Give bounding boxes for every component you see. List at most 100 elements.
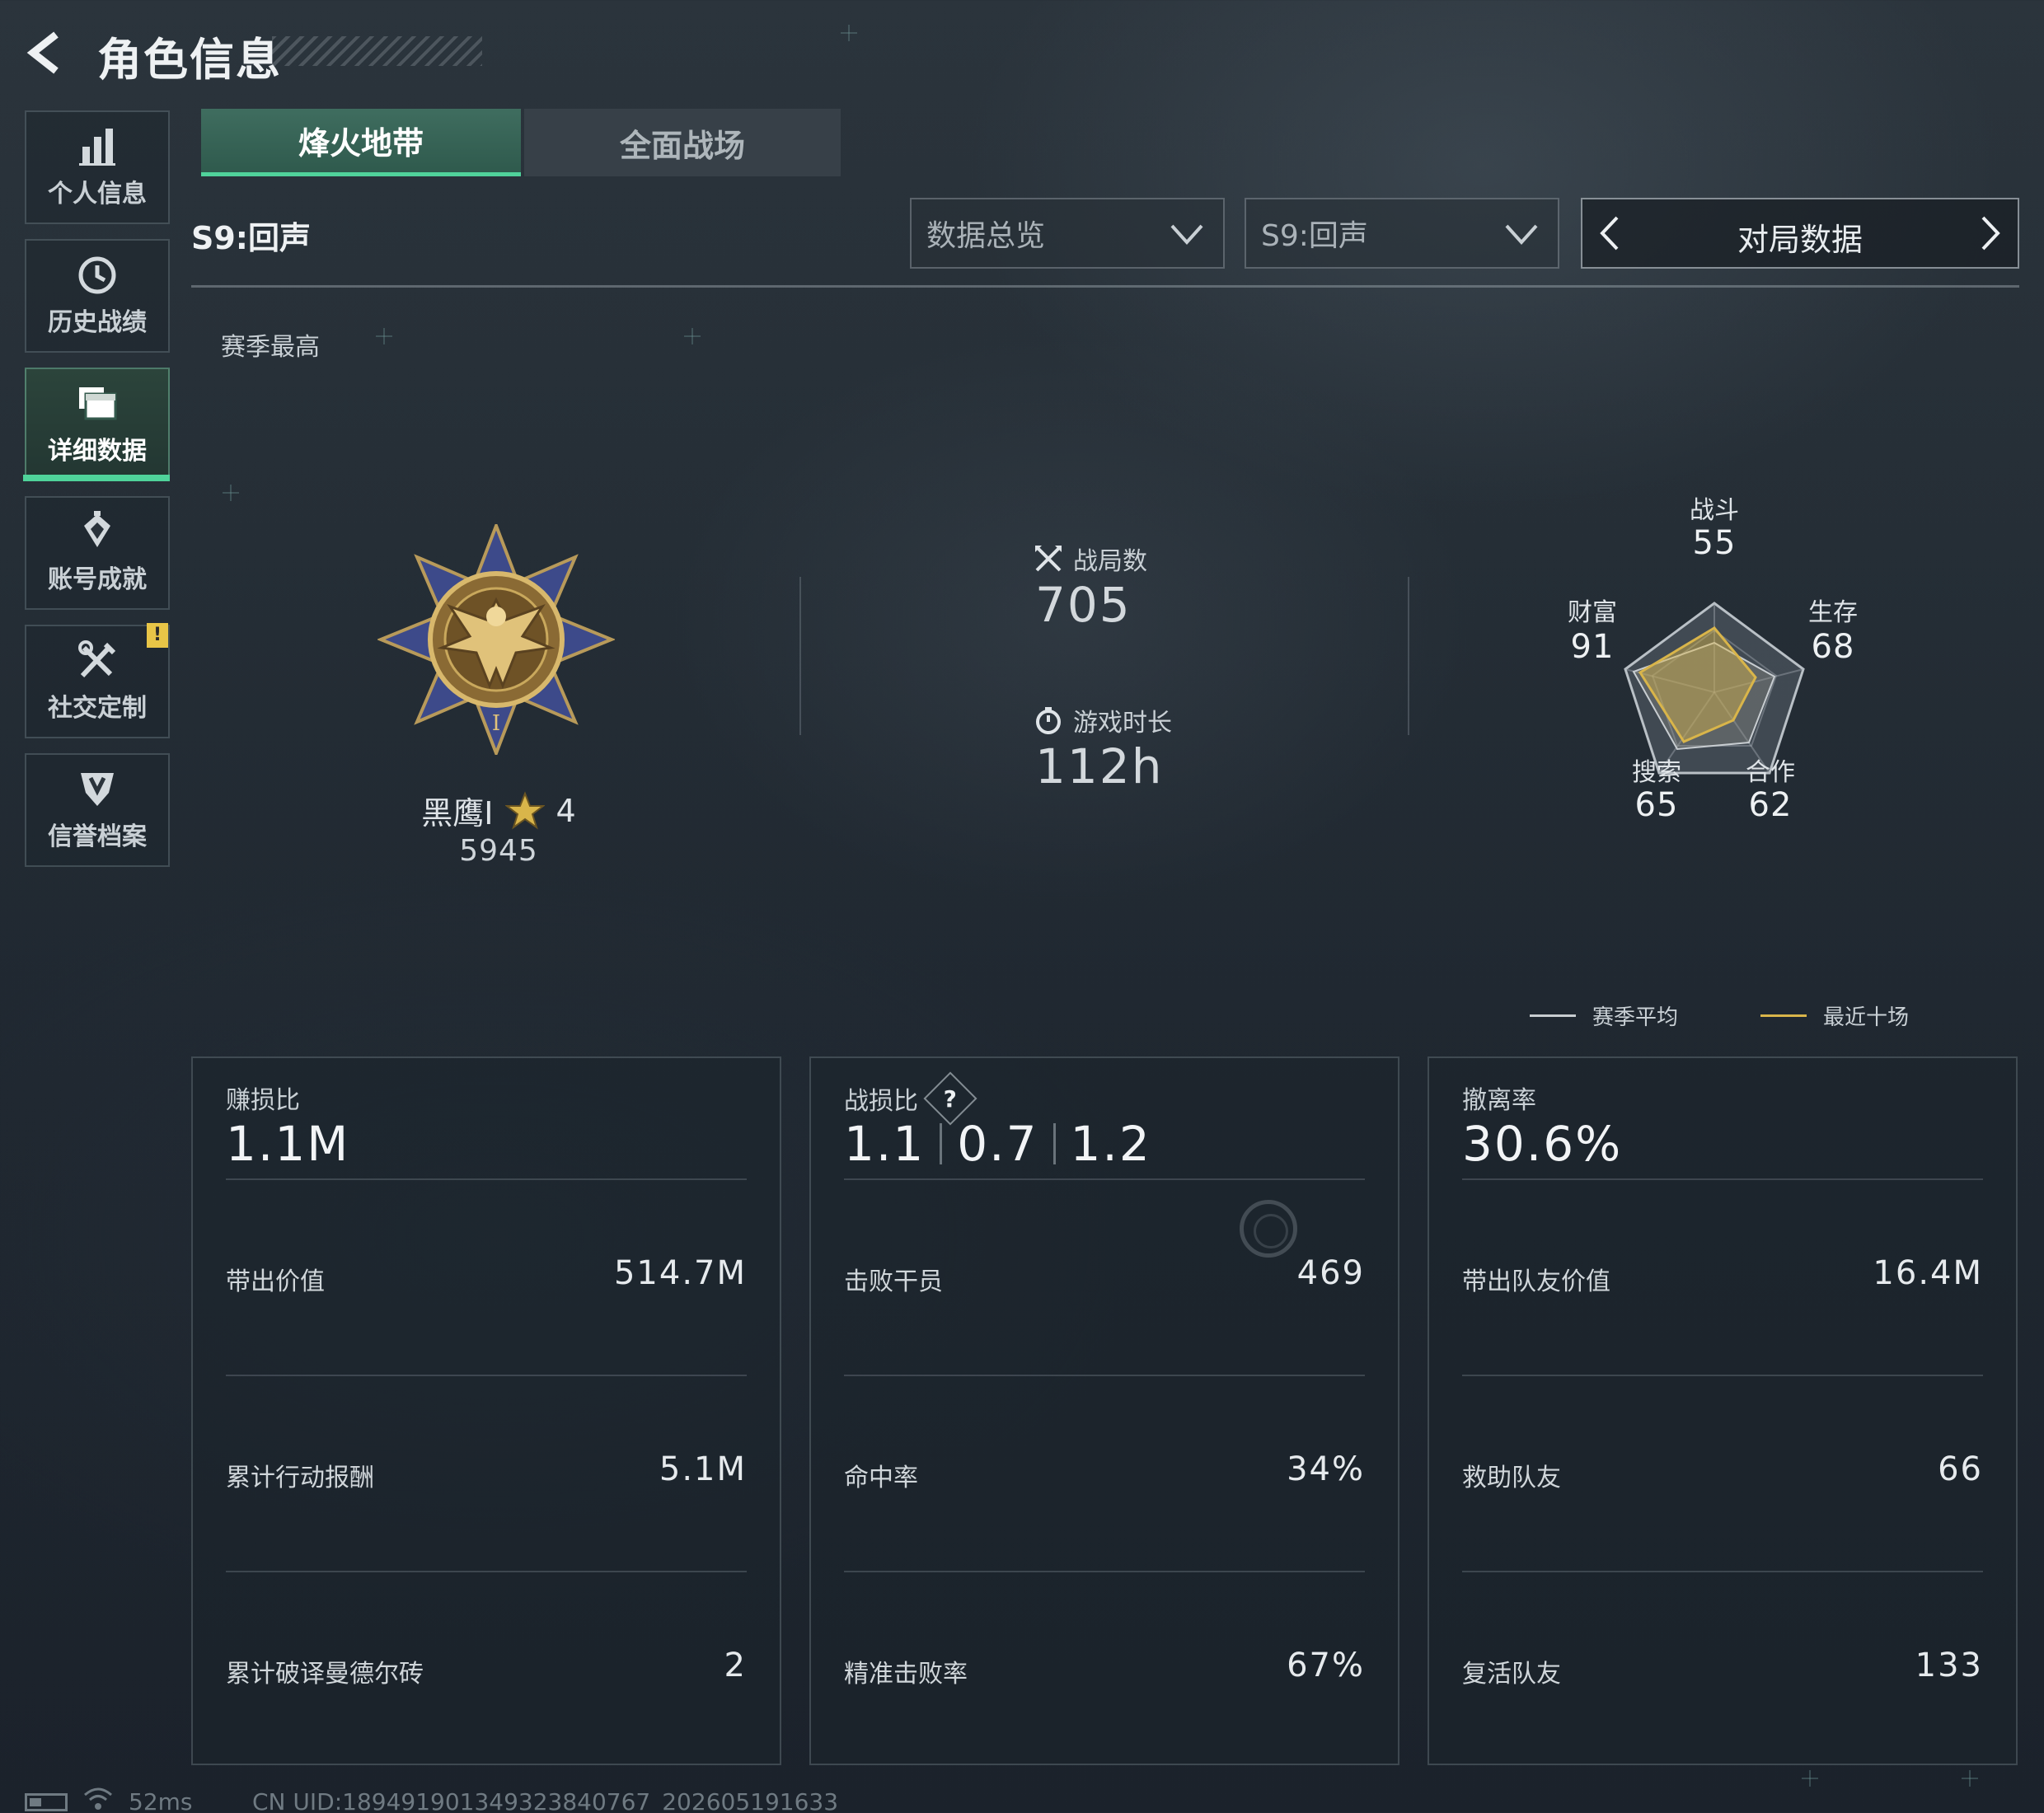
sidebar-item-label: 个人信息	[48, 180, 147, 208]
sidebar-item-label: 账号成就	[48, 565, 147, 594]
question-mark-icon: ?	[943, 1085, 958, 1113]
legend-label: 最近十场	[1823, 1005, 1910, 1030]
crosshair-decoration	[841, 25, 857, 41]
rank-score: 5945	[459, 834, 538, 868]
panel-head-label-text: 战损比	[844, 1087, 918, 1116]
radar-axis-value: 55	[1692, 524, 1737, 562]
divider	[844, 1571, 1365, 1572]
row-label: 复活队友	[1462, 1660, 1561, 1689]
divider	[1462, 1375, 1983, 1376]
row-label: 累计行动报酬	[226, 1464, 374, 1492]
row-value: 469	[1296, 1254, 1365, 1292]
row-value: 2	[724, 1647, 747, 1684]
radar-axis-label: 搜索	[1632, 758, 1681, 787]
row-label: 精准击败率	[844, 1660, 968, 1689]
sidebar-item-label: 历史战绩	[48, 308, 147, 337]
chevron-down-icon	[1170, 224, 1203, 245]
rank-medal-icon: I	[377, 524, 615, 755]
sidebar-item-achievements[interactable]: 账号成就	[25, 496, 170, 610]
radar-axis-value: 68	[1811, 628, 1855, 666]
sidebar-item-profile[interactable]: 个人信息	[25, 110, 170, 224]
radar-axis-label: 财富	[1568, 598, 1617, 627]
achievement-icon	[84, 511, 110, 547]
row-value: 34%	[1287, 1450, 1365, 1488]
divider	[1408, 577, 1409, 735]
sidebar-item-detailed-data[interactable]: 详细数据	[25, 368, 170, 481]
bar-chart-icon	[79, 129, 115, 166]
dropdown-value: 数据总览	[926, 219, 1046, 253]
legend-label: 赛季平均	[1592, 1005, 1679, 1030]
rank-name: 黑鹰I	[421, 795, 494, 832]
history-clock-icon	[78, 256, 116, 294]
chevron-right-icon[interactable]	[1973, 213, 2006, 254]
kd-value: 1.2	[1070, 1116, 1151, 1172]
back-arrow-icon	[26, 31, 59, 74]
divider	[799, 577, 801, 735]
panel-head-values: 1.1 0.7 1.2	[844, 1116, 1151, 1172]
divider	[940, 1123, 943, 1164]
matches-value: 705	[1035, 577, 1132, 633]
row-value: 133	[1915, 1647, 1983, 1684]
season-best-label: 赛季最高	[221, 333, 320, 362]
legend-swatch	[1760, 1014, 1807, 1017]
panel-head-label: 赚损比	[226, 1086, 300, 1115]
legend-swatch	[1530, 1014, 1576, 1017]
sidebar-active-indicator	[23, 475, 170, 481]
folders-icon	[79, 387, 117, 420]
divider	[1462, 1178, 1983, 1180]
season-dropdown[interactable]: S9:回声	[1245, 198, 1559, 269]
uid-text: CN UID:18949190134932384076​7_2026051916…	[252, 1788, 839, 1813]
target-ring-decoration	[1240, 1200, 1297, 1258]
playtime-stat: 游戏时长	[1034, 702, 1172, 738]
crossed-swords-icon	[1035, 546, 1062, 572]
dropdown-value: S9:回声	[1261, 219, 1368, 253]
ping-text: 52ms	[129, 1788, 193, 1813]
divider	[191, 285, 2019, 288]
data-type-dropdown[interactable]: 数据总览	[910, 198, 1225, 269]
tab-full-battlefield[interactable]: 全面战场	[524, 109, 841, 176]
extraction-panel: 撤离率 30.6% 带出队友价值 16.4M 救助队友 66 复活队友 133	[1428, 1056, 2018, 1765]
legend-season-average: 赛季平均	[1530, 1000, 1678, 1031]
rank-stars: 4	[556, 792, 576, 829]
radar-axis-value: 62	[1748, 786, 1793, 824]
radar-axis-value: 91	[1570, 628, 1615, 666]
row-value: 66	[1938, 1450, 1983, 1488]
tab-fire-zone[interactable]: 烽火地带	[201, 109, 521, 176]
panel-head-value: 1.1M	[226, 1116, 350, 1172]
shield-icon	[81, 773, 114, 806]
crosshair-decoration	[1962, 1770, 1978, 1787]
divider	[1052, 1123, 1056, 1164]
back-button[interactable]	[23, 30, 69, 76]
divider	[844, 1375, 1365, 1376]
match-data-pager: 对局数据	[1581, 198, 2019, 269]
row-label: 累计破译曼德尔砖	[226, 1660, 424, 1689]
tools-icon	[78, 640, 116, 678]
sidebar-item-history[interactable]: 历史战绩	[25, 239, 170, 353]
profit-panel: 赚损比 1.1M 带出价值 514.7M 累计行动报酬 5.1M 累计破译曼德尔…	[191, 1056, 781, 1765]
title-hatch-decoration	[272, 36, 482, 66]
row-value: 514.7M	[613, 1254, 747, 1292]
crosshair-decoration	[684, 328, 701, 344]
row-value: 5.1M	[659, 1450, 747, 1488]
sidebar-item-label: 详细数据	[48, 437, 147, 466]
sidebar-item-credit[interactable]: 信誉档案	[25, 753, 170, 867]
kd-value: 0.7	[957, 1116, 1038, 1172]
crosshair-decoration	[376, 328, 392, 344]
stopwatch-icon	[1036, 707, 1061, 734]
crosshair-decoration	[223, 485, 239, 501]
crosshair-decoration	[1802, 1770, 1818, 1787]
battery-icon	[25, 1793, 68, 1811]
sidebar-item-label: 信誉档案	[48, 822, 147, 851]
divider	[226, 1375, 747, 1376]
matches-label: 战局数	[1073, 547, 1147, 576]
row-label: 救助队友	[1462, 1464, 1561, 1492]
panel-head-label: 撤离率	[1462, 1086, 1536, 1115]
playtime-value: 112h	[1035, 738, 1164, 794]
panel-head-value: 30.6%	[1462, 1116, 1623, 1172]
wifi-icon	[84, 1787, 112, 1810]
notification-badge: !	[147, 623, 168, 648]
matches-stat: 战局数	[1034, 541, 1147, 577]
page-title: 角色信息	[97, 34, 282, 86]
pager-label: 对局数据	[1737, 222, 1863, 258]
row-value: 67%	[1287, 1647, 1365, 1684]
